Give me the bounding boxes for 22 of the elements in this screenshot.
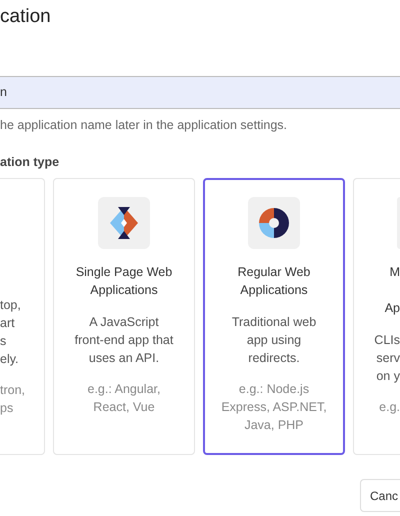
name-field[interactable]: n: [0, 76, 400, 109]
app-type-card[interactable]: top, art s ely. tron, ps: [0, 178, 45, 455]
card-example: e.g.: Node.js Express, ASP.NET, Java, PHP: [221, 381, 327, 434]
card-description: top, art s ely.: [0, 297, 21, 368]
ring-logo-icon: [248, 197, 300, 249]
card-example: e.g.: Angular, React, Vue: [88, 381, 160, 416]
app-type-card[interactable]: Regular Web Applications Traditional web app using redirects. e.g.: Node.js Express, ASP.NET, Java, PHP: [203, 178, 345, 455]
cancel-button[interactable]: Canc: [360, 479, 400, 512]
card-title: Regular Web Applications: [238, 264, 310, 299]
app-type-card[interactable]: Single Page Web Applications A JavaScript front-end app that uses an API. e.g.: Angular, React, Vue: [53, 178, 195, 455]
dialog-title: cation: [0, 5, 52, 29]
card-title: Single Page Web Applications: [76, 264, 172, 299]
card-description: CLIs serv on y: [374, 332, 400, 385]
card-example: e.g.: [379, 399, 400, 416]
card-title: M Ap: [384, 264, 400, 317]
helper-text: he application name later in the application settings.: [0, 117, 288, 133]
app-type-card[interactable]: M Ap CLIs serv on y e.g.: [353, 178, 400, 455]
card-description: Traditional web app using redirects.: [232, 314, 316, 367]
card-description: A JavaScript front-end app that uses an API.: [74, 314, 174, 367]
hexagon-logo-icon: [98, 197, 150, 249]
card-example: tron, ps: [0, 382, 26, 417]
type-label: ation type: [0, 154, 60, 170]
